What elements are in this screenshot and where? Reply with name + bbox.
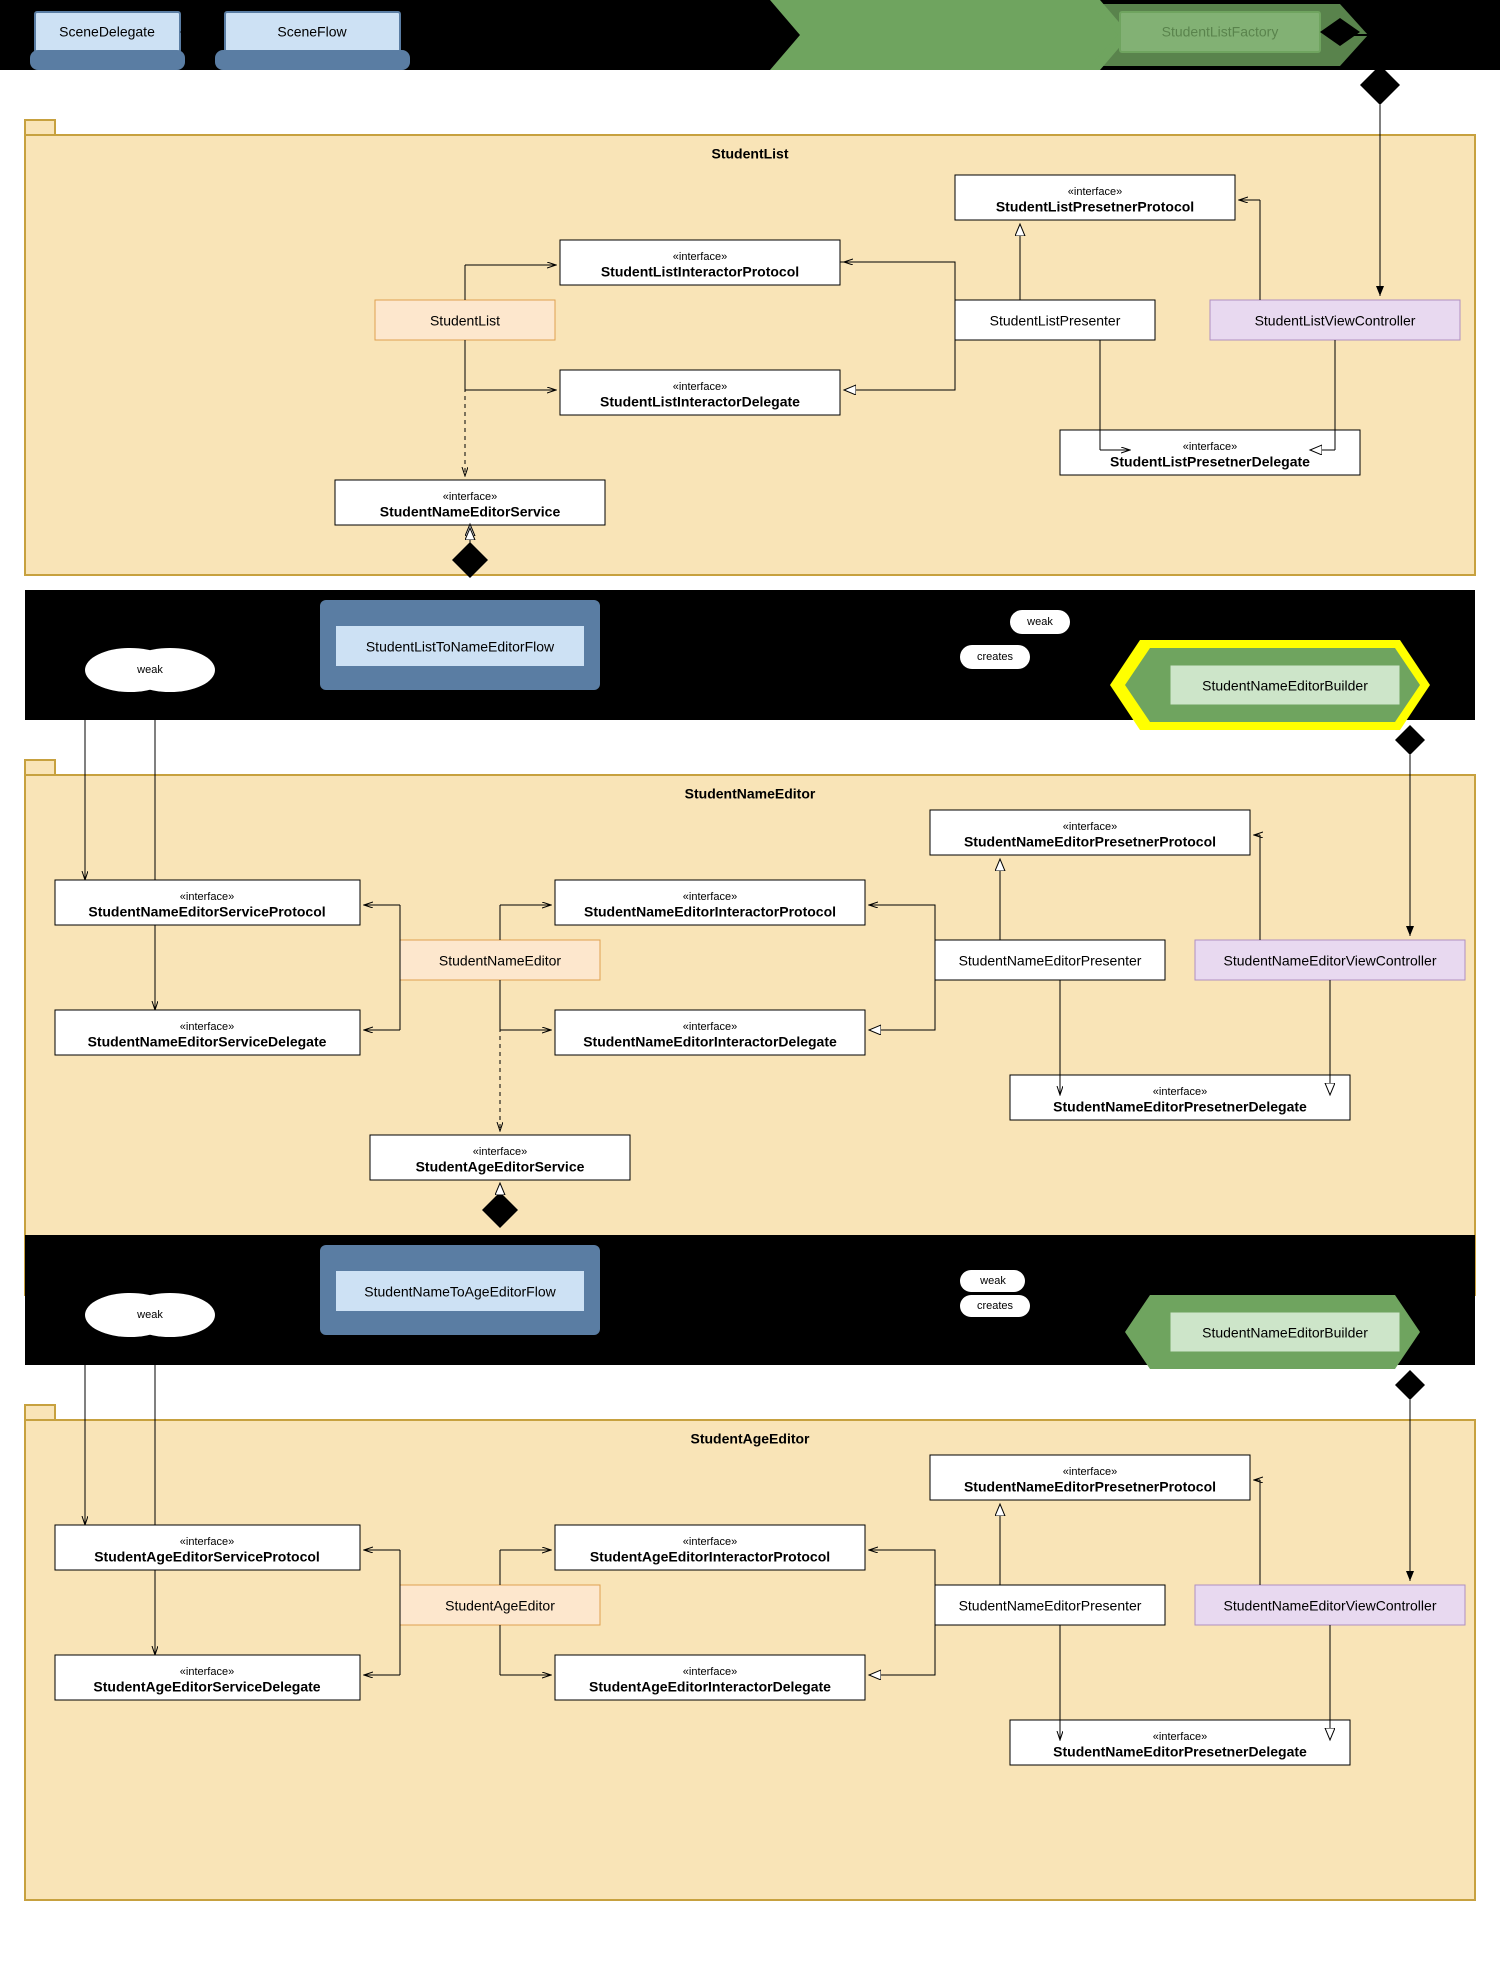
- svg-text:weak: weak: [136, 664, 163, 676]
- svg-text:«interface»: «interface»: [473, 1146, 527, 1158]
- svg-text:«interface»: «interface»: [180, 1536, 234, 1548]
- svg-text:StudentNameToAgeEditorFlow: StudentNameToAgeEditorFlow: [364, 1284, 556, 1300]
- svg-text:StudentAgeEditorInteractorDele: StudentAgeEditorInteractorDelegate: [589, 1679, 831, 1695]
- svg-text:StudentNameEditorPresenter: StudentNameEditorPresenter: [959, 953, 1142, 969]
- svg-text:«interface»: «interface»: [1063, 821, 1117, 833]
- svg-text:«interface»: «interface»: [683, 1666, 737, 1678]
- svg-text:StudentListPresetnerProtocol: StudentListPresetnerProtocol: [996, 199, 1194, 215]
- svg-text:StudentNameEditorViewControlle: StudentNameEditorViewController: [1224, 953, 1437, 969]
- svg-text:«interface»: «interface»: [1068, 186, 1122, 198]
- svg-text:«interface»: «interface»: [1153, 1086, 1207, 1098]
- svg-text:StudentAgeEditorServiceDelegat: StudentAgeEditorServiceDelegate: [93, 1679, 320, 1695]
- svg-text:StudentListInteractorProtocol: StudentListInteractorProtocol: [601, 264, 799, 280]
- svg-text:creates: creates: [977, 651, 1014, 663]
- svg-text:«interface»: «interface»: [180, 891, 234, 903]
- svg-text:«interface»: «interface»: [673, 251, 727, 263]
- svg-text:StudentNameEditorService: StudentNameEditorService: [380, 504, 561, 520]
- svg-text:«interface»: «interface»: [1183, 441, 1237, 453]
- package-student-list-title: StudentList: [712, 146, 789, 162]
- svg-text:StudentNameEditor: StudentNameEditor: [439, 953, 562, 969]
- svg-text:StudentNameEditorServiceDelega: StudentNameEditorServiceDelegate: [88, 1034, 327, 1050]
- svg-text:StudentListInteractorDelegate: StudentListInteractorDelegate: [600, 394, 800, 410]
- diagram-canvas: SceneDelegate SceneFlow StudentListFacto…: [0, 0, 1500, 1966]
- svg-text:StudentNameEditorViewControlle: StudentNameEditorViewController: [1224, 1598, 1437, 1614]
- svg-text:StudentAgeEditorServiceProtoco: StudentAgeEditorServiceProtocol: [94, 1549, 320, 1565]
- svg-text:StudentNameEditorBuilder: StudentNameEditorBuilder: [1202, 1325, 1368, 1341]
- svg-text:«interface»: «interface»: [1153, 1731, 1207, 1743]
- svg-text:«interface»: «interface»: [180, 1666, 234, 1678]
- svg-text:weak: weak: [136, 1309, 163, 1321]
- svg-text:StudentListViewController: StudentListViewController: [1255, 313, 1416, 329]
- svg-text:StudentNameEditorInteractorPro: StudentNameEditorInteractorProtocol: [584, 904, 836, 920]
- package-student-list: [25, 135, 1475, 575]
- svg-text:«interface»: «interface»: [180, 1021, 234, 1033]
- svg-text:StudentNameEditorBuilder: StudentNameEditorBuilder: [1202, 678, 1368, 694]
- svg-text:«interface»: «interface»: [673, 381, 727, 393]
- svg-text:«interface»: «interface»: [443, 491, 497, 503]
- svg-text:StudentListPresetnerDelegate: StudentListPresetnerDelegate: [1110, 454, 1310, 470]
- package-name-editor-title: StudentNameEditor: [685, 786, 816, 802]
- svg-text:StudentAgeEditorService: StudentAgeEditorService: [416, 1159, 585, 1175]
- svg-text:StudentList: StudentList: [430, 313, 500, 329]
- svg-text:StudentNameEditorPresetnerDele: StudentNameEditorPresetnerDelegate: [1053, 1744, 1307, 1760]
- scene-flow-label: SceneFlow: [277, 24, 347, 40]
- svg-text:«interface»: «interface»: [683, 1021, 737, 1033]
- svg-text:weak: weak: [1026, 616, 1053, 628]
- package-age-editor-title: StudentAgeEditor: [691, 1431, 811, 1447]
- svg-text:StudentNameEditorServiceProtoc: StudentNameEditorServiceProtocol: [88, 904, 325, 920]
- svg-text:«interface»: «interface»: [683, 891, 737, 903]
- svg-text:creates: creates: [977, 1300, 1014, 1312]
- svg-text:StudentNameEditorInteractorDel: StudentNameEditorInteractorDelegate: [583, 1034, 837, 1050]
- svg-text:StudentAgeEditor: StudentAgeEditor: [445, 1598, 555, 1614]
- svg-text:«interface»: «interface»: [683, 1536, 737, 1548]
- svg-text:StudentListToNameEditorFlow: StudentListToNameEditorFlow: [366, 639, 555, 655]
- svg-text:StudentNameEditorPresenter: StudentNameEditorPresenter: [959, 1598, 1142, 1614]
- svg-text:weak: weak: [979, 1275, 1006, 1287]
- svg-text:StudentNameEditorPresetnerDele: StudentNameEditorPresetnerDelegate: [1053, 1099, 1307, 1115]
- svg-text:StudentListPresenter: StudentListPresenter: [990, 313, 1121, 329]
- svg-text:StudentNameEditorPresetnerProt: StudentNameEditorPresetnerProtocol: [964, 834, 1216, 850]
- svg-text:StudentAgeEditorInteractorProt: StudentAgeEditorInteractorProtocol: [590, 1549, 830, 1565]
- svg-text:StudentNameEditorPresetnerProt: StudentNameEditorPresetnerProtocol: [964, 1479, 1216, 1495]
- scene-delegate-label: SceneDelegate: [59, 24, 155, 40]
- svg-text:«interface»: «interface»: [1063, 1466, 1117, 1478]
